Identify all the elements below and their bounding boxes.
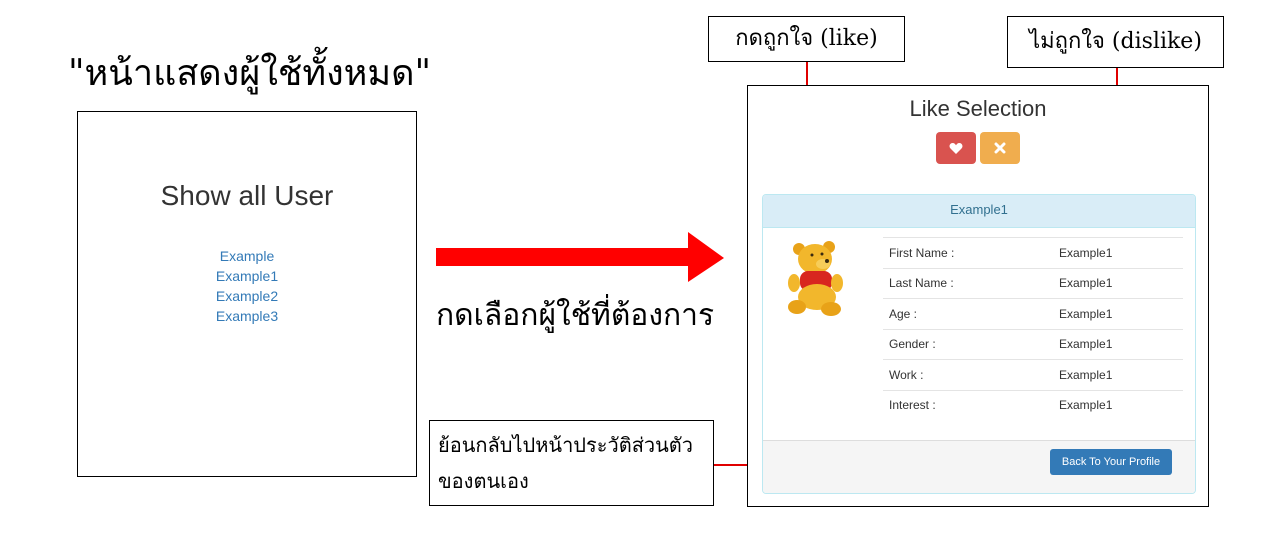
- field-value: Example1: [1053, 267, 1183, 299]
- field-value: Example1: [1053, 389, 1183, 420]
- user-link[interactable]: Example3: [78, 306, 416, 326]
- times-icon: [994, 142, 1006, 154]
- show-all-user-screen: Show all User Example Example1 Example2 …: [77, 111, 417, 477]
- arrow-caption: กดเลือกผู้ใช้ที่ต้องการ: [436, 298, 715, 333]
- user-list: Example Example1 Example2 Example3: [78, 246, 416, 326]
- back-callout: ย้อนกลับไปหน้าประวัติส่วนตัวของตนเอง: [429, 420, 714, 506]
- like-button[interactable]: [936, 132, 976, 164]
- field-label: Work :: [883, 359, 1053, 390]
- field-label: Age :: [883, 298, 1053, 329]
- bear-avatar-image: [788, 241, 843, 316]
- field-label: Last Name :: [883, 267, 1053, 299]
- like-selection-title: Like Selection: [909, 96, 1047, 121]
- back-to-profile-button[interactable]: Back To Your Profile: [1050, 449, 1172, 475]
- field-label: Gender :: [883, 328, 1053, 360]
- profile-card: Example1 First Name : Example1 Last Name…: [762, 194, 1196, 494]
- field-value: Example1: [1053, 328, 1183, 360]
- table-row: Age : Example1: [883, 298, 1183, 329]
- page-heading: "หน้าแสดงผู้ใช้ทั้งหมด": [68, 53, 432, 94]
- user-link[interactable]: Example1: [78, 266, 416, 286]
- dislike-callout: ไม่ถูกใจ (dislike): [1007, 16, 1224, 68]
- heart-icon: [949, 142, 963, 154]
- table-row: Interest : Example1: [883, 389, 1183, 420]
- like-callout: กดถูกใจ (like): [708, 16, 905, 62]
- field-value: Example1: [1053, 298, 1183, 329]
- dislike-button[interactable]: [980, 132, 1020, 164]
- profile-info-table: First Name : Example1 Last Name : Exampl…: [883, 237, 1183, 420]
- table-row: Work : Example1: [883, 359, 1183, 390]
- like-selection-screen: Like Selection Example1 First Name: Exa…: [747, 85, 1209, 507]
- show-all-user-title: Show all User: [160, 180, 334, 211]
- user-link[interactable]: Example2: [78, 286, 416, 306]
- field-value: Example1: [1053, 359, 1183, 390]
- card-header: Example1: [763, 195, 1195, 228]
- table-row: Last Name : Example1: [883, 267, 1183, 299]
- card-footer: Back To Your Profile: [763, 440, 1195, 493]
- field-label: Interest :: [883, 389, 1053, 420]
- flow-arrow: [436, 232, 724, 282]
- table-row: Gender : Example1: [883, 328, 1183, 360]
- user-link[interactable]: Example: [78, 246, 416, 266]
- table-row: First Name : Example1: [883, 237, 1183, 268]
- field-value: Example1: [1053, 237, 1183, 268]
- field-label: First Name :: [883, 237, 1053, 268]
